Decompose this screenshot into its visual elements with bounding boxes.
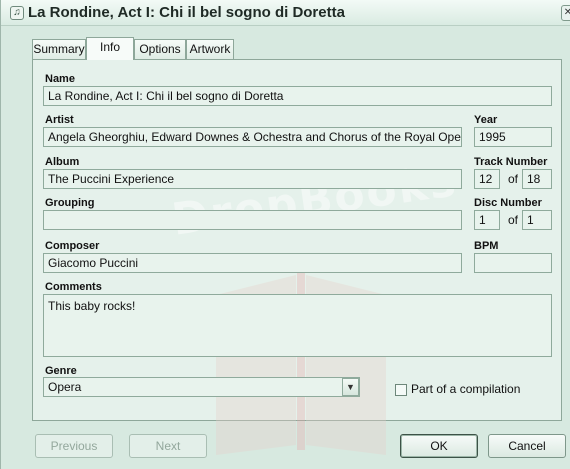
bpm-field[interactable] <box>474 253 552 273</box>
tab-summary[interactable]: Summary <box>32 39 86 59</box>
artist-field[interactable]: Angela Gheorghiu, Edward Downes & Ochest… <box>43 127 462 147</box>
year-label: Year <box>474 114 498 126</box>
track-total-field[interactable]: 18 <box>522 169 552 189</box>
window-title: La Rondine, Act I: Chi il bel sogno di D… <box>28 4 345 21</box>
track-number-label: Track Number <box>474 156 548 168</box>
genre-label: Genre <box>45 365 77 377</box>
disc-of-label: of <box>508 213 519 227</box>
close-button[interactable]: ✕ <box>561 5 570 21</box>
disc-number-label: Disc Number <box>474 197 542 209</box>
tab-info[interactable]: Info <box>86 37 134 60</box>
artist-label: Artist <box>45 114 74 126</box>
get-info-window: ♫ La Rondine, Act I: Chi il bel sogno di… <box>0 0 570 469</box>
compilation-label[interactable]: Part of a compilation <box>411 382 520 396</box>
compilation-checkbox[interactable] <box>395 384 407 396</box>
year-field[interactable]: 1995 <box>474 127 552 147</box>
grouping-label: Grouping <box>45 197 95 209</box>
comments-label: Comments <box>45 281 102 293</box>
album-label: Album <box>45 156 80 168</box>
genre-dropdown-arrow-icon[interactable]: ▼ <box>342 378 359 396</box>
cancel-button[interactable]: Cancel <box>488 434 566 458</box>
grouping-field[interactable] <box>43 210 462 230</box>
album-field[interactable]: The Puccini Experience <box>43 169 462 189</box>
genre-select[interactable]: Opera <box>43 377 360 397</box>
disc-total-field[interactable]: 1 <box>522 210 552 230</box>
music-note-icon: ♫ <box>10 6 24 20</box>
composer-field[interactable]: Giacomo Puccini <box>43 253 462 273</box>
track-of-label: of <box>508 172 519 186</box>
ok-button[interactable]: OK <box>400 434 478 458</box>
disc-number-field[interactable]: 1 <box>474 210 500 230</box>
name-label: Name <box>45 73 75 85</box>
tab-options[interactable]: Options <box>134 39 186 59</box>
name-field[interactable]: La Rondine, Act I: Chi il bel sogno di D… <box>43 86 552 106</box>
track-number-field[interactable]: 12 <box>474 169 500 189</box>
comments-textarea[interactable]: This baby rocks! <box>43 294 552 357</box>
bpm-label: BPM <box>474 240 499 252</box>
title-bar: ♫ La Rondine, Act I: Chi il bel sogno di… <box>1 0 570 26</box>
previous-button[interactable]: Previous <box>35 434 113 458</box>
composer-label: Composer <box>45 240 100 252</box>
tab-artwork[interactable]: Artwork <box>186 39 234 59</box>
next-button[interactable]: Next <box>129 434 207 458</box>
